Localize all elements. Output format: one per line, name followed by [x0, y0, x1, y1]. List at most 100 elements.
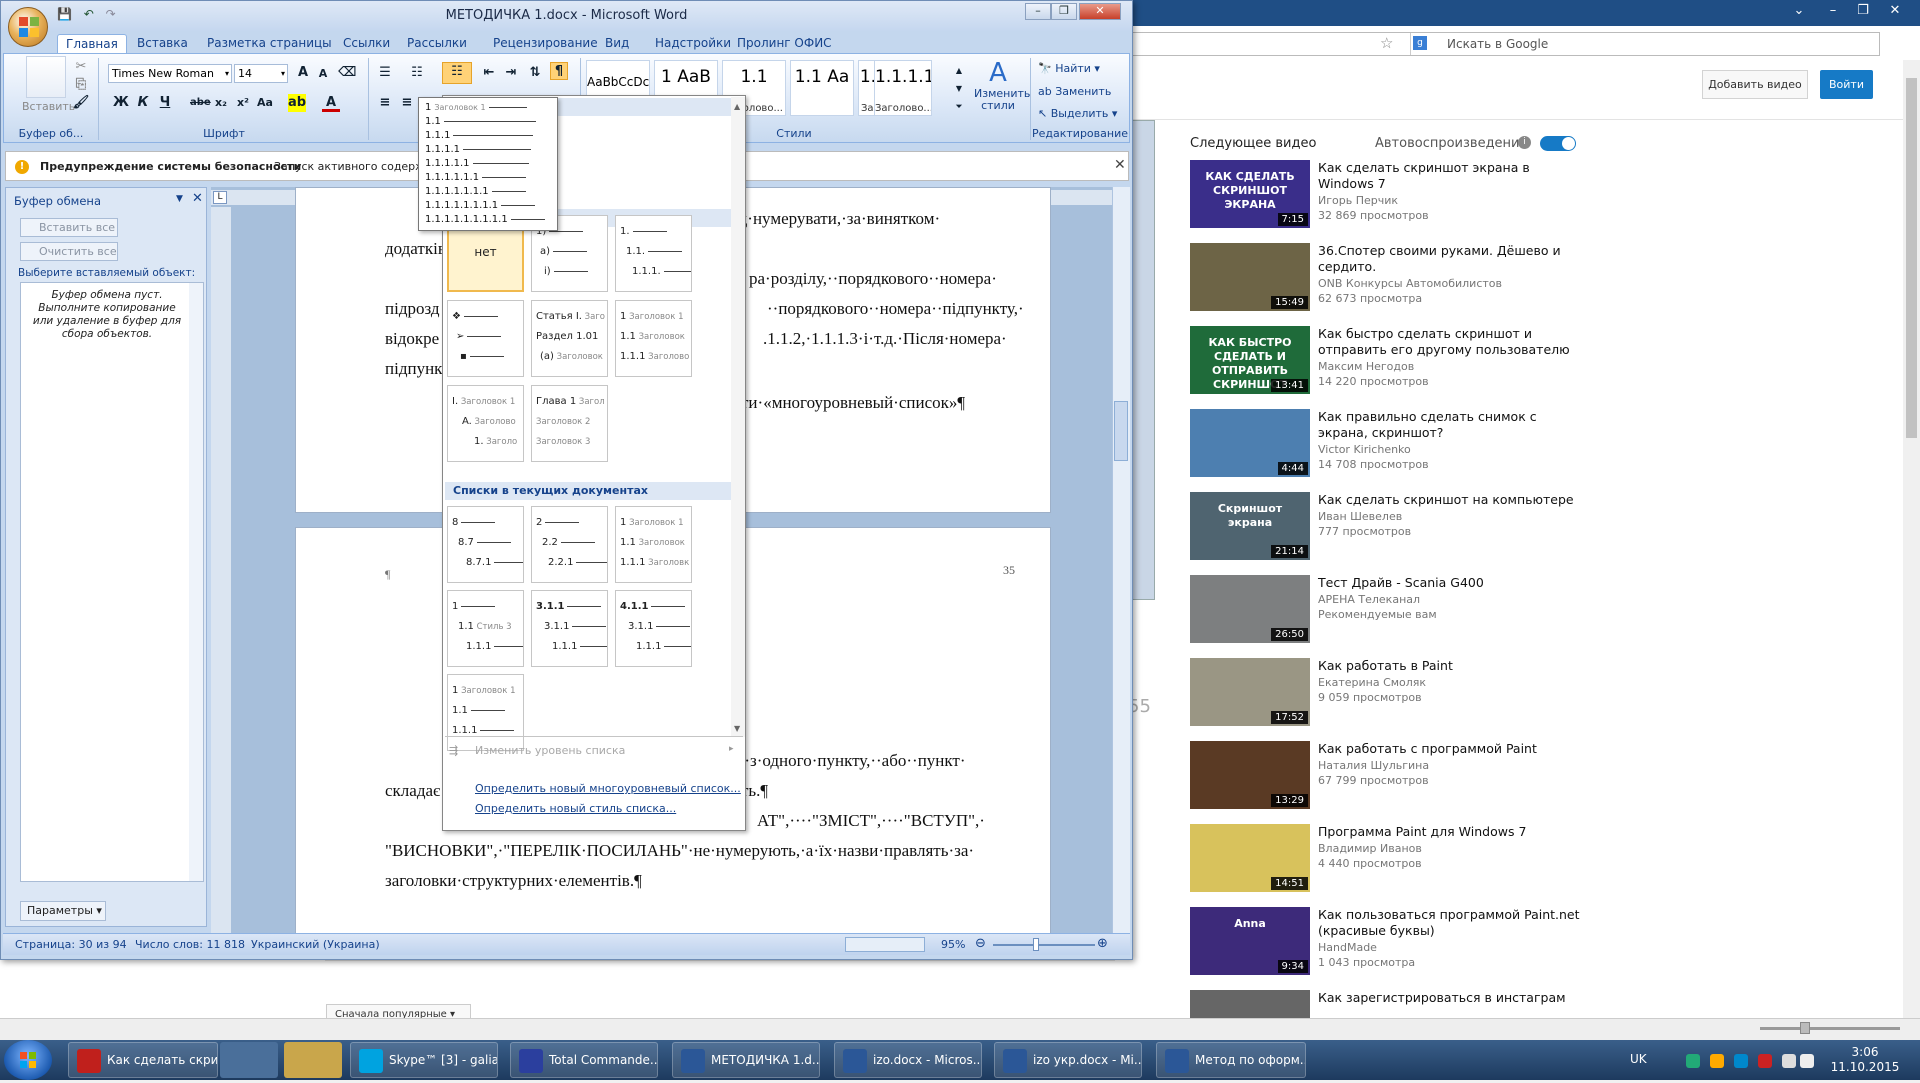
language-indicator[interactable]: UK	[1630, 1052, 1647, 1066]
video-author[interactable]: Екатерина Смоляк	[1318, 676, 1426, 689]
highlight-icon[interactable]: ab	[288, 94, 306, 112]
shrink-font-icon[interactable]: A	[314, 65, 332, 83]
autoplay-toggle[interactable]	[1540, 136, 1576, 151]
taskbar-button[interactable]: Как сделать скри...	[68, 1042, 218, 1078]
video-thumbnail[interactable]: Anna 9:34	[1190, 907, 1310, 975]
browser-zoom-slider[interactable]	[1760, 1027, 1900, 1030]
video-title[interactable]: Как сделать скриншот на компьютере	[1318, 492, 1580, 508]
zoom-slider[interactable]	[993, 944, 1095, 946]
list-style-option[interactable]: Статья I. Заго Раздел 1.01 (a) Заголовок	[531, 300, 608, 377]
bold-icon[interactable]: Ж	[112, 94, 130, 112]
zoom-in-icon[interactable]: ⊕	[1097, 936, 1108, 951]
increase-indent-icon[interactable]: ⇥	[502, 64, 520, 82]
clear-format-icon[interactable]: ⌫	[338, 64, 356, 82]
clear-all-button[interactable]: Очистить все	[20, 242, 118, 261]
tab-9[interactable]: Пролинг ОФИС	[729, 34, 840, 53]
doc-text[interactable]: "ВИСНОВКИ",·"ПЕРЕЛІК·ПОСИЛАНЬ"·не·нумеру…	[385, 841, 974, 861]
tray-icon[interactable]	[1710, 1054, 1724, 1068]
taskbar-button[interactable]: izo укр.docx - Mi...	[994, 1042, 1142, 1078]
styles-group-label[interactable]: Стили	[764, 127, 824, 140]
browser-close-button[interactable]: ✕	[1882, 2, 1908, 20]
superscript-icon[interactable]: x²	[234, 94, 252, 112]
list-style-option[interactable]: 1 Заголовок 1 1.1 Заголовок 1.1.1 Заголово	[615, 300, 692, 377]
browser-scroll-thumb[interactable]	[1906, 78, 1917, 438]
align-center-icon[interactable]: ≡	[398, 94, 416, 112]
font-size-combo[interactable]: 14 ▾	[234, 64, 288, 83]
doc-text[interactable]: ти·«многоуровневый·список»¶	[741, 393, 965, 413]
video-author[interactable]: Иван Шевелев	[1318, 510, 1402, 523]
video-author[interactable]: Максим Негодов	[1318, 360, 1414, 373]
style-item[interactable]: 1.1.1.1 Заголово...	[874, 60, 932, 116]
select-button[interactable]: ↖ Выделить ▾	[1038, 107, 1117, 120]
doc-text[interactable]: ся·з·одного·пункту,··або··пункт·	[729, 751, 966, 771]
taskbar-button[interactable]: МЕТОДИЧКА 1.d...	[672, 1042, 820, 1078]
font-name-combo[interactable]: Times New Roman ▾	[108, 64, 232, 83]
format-painter-icon[interactable]: 🖌	[72, 94, 90, 112]
video-thumbnail[interactable]: 17:52	[1190, 658, 1310, 726]
bookmark-star-icon[interactable]: ☆	[1380, 34, 1393, 52]
video-title[interactable]: Как правильно сделать снимок с экрана, с…	[1318, 409, 1580, 441]
doc-text[interactable]: підрозд	[385, 299, 440, 319]
tab-3[interactable]: Разметка страницы	[199, 34, 340, 53]
video-thumbnail[interactable]: Скриншот экрана 21:14	[1190, 492, 1310, 560]
list-style-option[interactable]: 1 Заголовок 1 1.1 1.1.1	[447, 674, 524, 751]
video-author[interactable]: Владимир Иванов	[1318, 842, 1422, 855]
browser-zoom-knob[interactable]	[1800, 1022, 1810, 1034]
tab-1[interactable]: Главная	[57, 34, 127, 53]
vertical-ruler[interactable]	[211, 207, 231, 933]
paste-icon[interactable]	[26, 56, 66, 98]
video-thumbnail[interactable]: 26:50	[1190, 575, 1310, 643]
styles-more-icon[interactable]: ⏷	[950, 98, 968, 116]
scroll-down-icon[interactable]: ▼	[734, 724, 740, 733]
browser-dropdown-icon[interactable]: ⌄	[1786, 2, 1812, 20]
styles-scroll-up-icon[interactable]: ▲	[950, 62, 968, 80]
taskbar-button[interactable]: Метод по оформ...	[1156, 1042, 1306, 1078]
decrease-indent-icon[interactable]: ⇤	[480, 64, 498, 82]
video-title[interactable]: Как работать с программой Paint	[1318, 741, 1580, 757]
zoom-level[interactable]: 95%	[941, 938, 965, 951]
italic-icon[interactable]: К	[134, 94, 152, 112]
video-title[interactable]: Как зарегистрироваться в инстаграм	[1318, 990, 1580, 1006]
doc-text[interactable]: .1.1.2,·1.1.1.3·і·т.д.·Після·номера·	[763, 329, 1007, 349]
list-style-option[interactable]: 3.1.1 3.1.1 1.1.1	[531, 590, 608, 667]
explorer-icon[interactable]	[284, 1042, 342, 1078]
doc-text[interactable]: АТ",····"ЗМІСТ",····"ВСТУП",·	[757, 811, 985, 831]
network-icon[interactable]	[1782, 1054, 1796, 1068]
show-marks-icon[interactable]: ¶	[550, 62, 568, 80]
change-case-icon[interactable]: Aa	[256, 94, 274, 112]
video-item[interactable]: Anna 9:34 Как пользоваться программой Pain…	[1190, 907, 1580, 979]
video-author[interactable]: АРЕНА Телеканал	[1318, 593, 1420, 606]
list-style-option[interactable]: I. Заголовок 1 A. Заголово 1. Заголо	[447, 385, 524, 462]
video-title[interactable]: 36.Спотер своими руками. Дёшево и сердит…	[1318, 243, 1580, 275]
tray-icon[interactable]	[1734, 1054, 1748, 1068]
taskbar-button[interactable]: Total Commande...	[510, 1042, 658, 1078]
pinned-app-icon[interactable]	[220, 1042, 278, 1078]
doc-text[interactable]: підпунк	[385, 359, 442, 379]
list-style-option[interactable]: 8 8.7 8.7.1	[447, 506, 524, 583]
bullets-icon[interactable]: ☰	[376, 64, 394, 82]
document-scrollbar[interactable]	[1112, 187, 1130, 933]
cut-icon[interactable]: ✂	[72, 58, 90, 76]
video-title[interactable]: Как пользоваться программой Paint.net (к…	[1318, 907, 1580, 939]
tab-7[interactable]: Вид	[597, 34, 637, 53]
pane-close-icon[interactable]: ✕	[192, 191, 203, 206]
change-styles-button[interactable]: A Изменить стили	[974, 58, 1030, 122]
video-item[interactable]: КАК БЫСТРО СДЕЛАТЬ И ОТПРАВИТЬ СКРИНШОТ 1…	[1190, 326, 1580, 398]
add-video-button[interactable]: Добавить видео	[1702, 70, 1808, 99]
info-icon[interactable]: i	[1518, 136, 1531, 149]
start-button[interactable]	[4, 1040, 52, 1080]
video-title[interactable]: Как быстро сделать скриншот и отправить …	[1318, 326, 1580, 358]
video-title[interactable]: Тест Драйв - Scania G400	[1318, 575, 1580, 591]
pane-options-icon[interactable]: ▼	[176, 194, 183, 204]
scroll-up-icon[interactable]: ▲	[734, 102, 740, 111]
options-button[interactable]: Параметры ▾	[20, 901, 106, 921]
tab-5[interactable]: Рассылки	[399, 34, 475, 53]
video-author[interactable]: Наталия Шульгина	[1318, 759, 1429, 772]
define-list-style-item[interactable]: Определить новый стиль списка...	[475, 802, 676, 815]
tab-2[interactable]: Вставка	[129, 34, 196, 53]
tray-icon[interactable]	[1758, 1054, 1772, 1068]
page-indicator[interactable]: Страница: 30 из 94	[15, 938, 127, 951]
list-style-option[interactable]: 1. 1.1. 1.1.1.	[615, 215, 692, 292]
list-style-option[interactable]: 1 Заголовок 1 1.1 Заголовок 1.1.1 Заголовк	[615, 506, 692, 583]
document-scroll-thumb[interactable]	[1114, 401, 1128, 461]
